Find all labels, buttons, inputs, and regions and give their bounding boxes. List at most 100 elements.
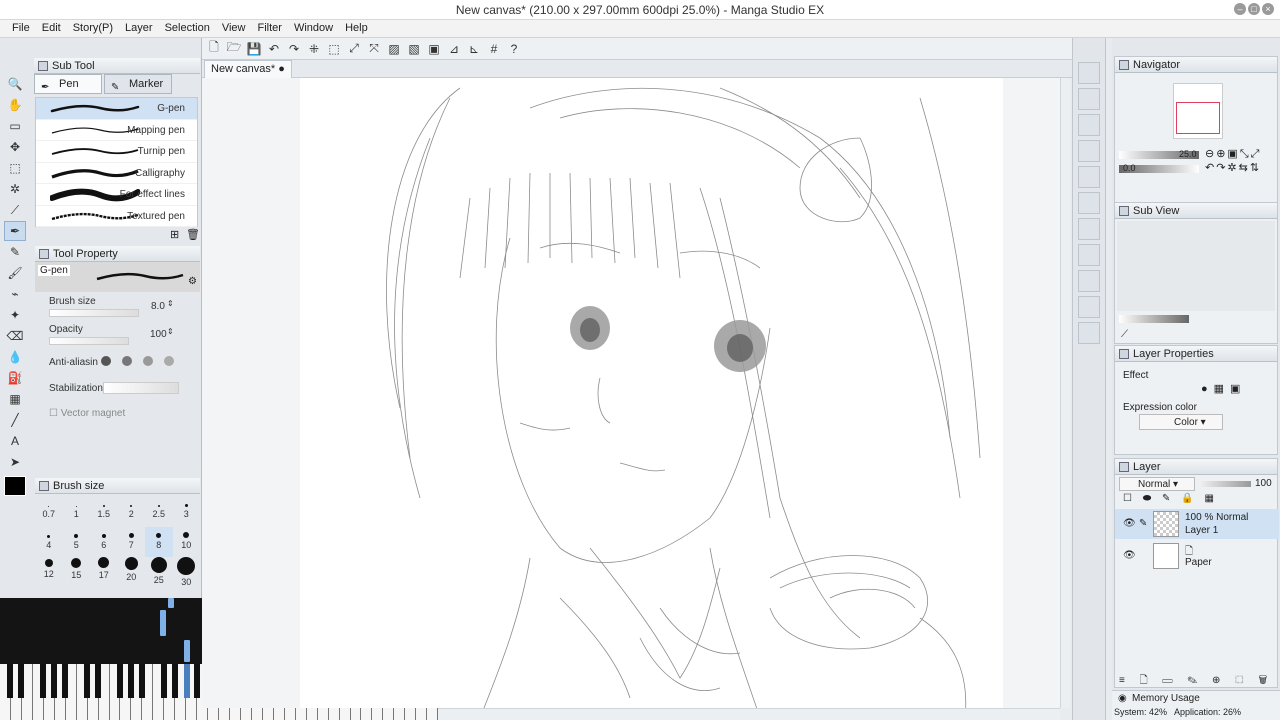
opacity-value[interactable]: 100	[150, 329, 167, 340]
size-preset[interactable]: 30	[173, 557, 201, 588]
auto-select-icon[interactable]: ✲	[4, 179, 26, 199]
eyedropper-icon[interactable]: ⟋	[1121, 329, 1128, 340]
selection-display-icon[interactable]: ▣	[426, 41, 442, 57]
airbrush-tool-icon[interactable]: ⌁	[4, 284, 26, 304]
pencil-tool-icon[interactable]: ✎	[4, 242, 26, 262]
snap-special-ruler-icon[interactable]: ⊾	[466, 41, 482, 57]
brush-item-calligraphy[interactable]: Calligraphy	[36, 163, 197, 184]
material-icon[interactable]	[1078, 140, 1100, 162]
close-icon[interactable]: ×	[1262, 3, 1274, 15]
brush-item-turnip-pen[interactable]: Turnip pen	[36, 141, 197, 163]
tab-new-canvas[interactable]: New canvas* ●	[204, 60, 292, 78]
move-tool-icon[interactable]: ✥	[4, 137, 26, 157]
canvas-horizontal-scrollbar[interactable]	[438, 708, 1060, 720]
material-icon[interactable]	[1078, 114, 1100, 136]
size-preset[interactable]: 25	[145, 557, 173, 588]
vector-magnet-row[interactable]: ☐ Vector magnet	[49, 408, 125, 419]
rotation-controls[interactable]: ↶↷✲⇆⇅	[1205, 161, 1261, 174]
undo-icon[interactable]: ↶	[266, 41, 282, 57]
open-file-icon[interactable]: 🗁	[226, 40, 242, 57]
transform-icon[interactable]: ⁜	[306, 41, 322, 57]
zoom-controls[interactable]: ⊖⊕▣⤡⤢	[1205, 147, 1261, 161]
pen-tool-icon[interactable]: ✒	[4, 221, 26, 241]
material-icon[interactable]	[1078, 270, 1100, 292]
material-icon[interactable]	[1078, 218, 1100, 240]
antialias-mid-icon[interactable]	[143, 356, 154, 366]
material-icon[interactable]	[1078, 166, 1100, 188]
layer-row-paper[interactable]: 👁 🗋 Paper	[1115, 541, 1279, 571]
tab-pen[interactable]: ✒ Pen	[34, 74, 102, 94]
redo-icon[interactable]: ↷	[286, 41, 302, 57]
material-icon[interactable]	[1078, 244, 1100, 266]
canvas-vertical-scrollbar[interactable]	[1060, 78, 1070, 708]
size-preset[interactable]: 17	[90, 557, 118, 588]
brush-size-value[interactable]: 8.0	[151, 301, 165, 312]
snap-ruler-icon[interactable]: ⊿	[446, 41, 462, 57]
menu-window[interactable]: Window	[288, 20, 339, 37]
material-icon[interactable]	[1078, 322, 1100, 344]
size-preset[interactable]: 4	[35, 527, 63, 558]
deselect-icon[interactable]: ▧	[406, 41, 422, 57]
antialias-none-icon[interactable]	[101, 356, 111, 366]
blend-tool-icon[interactable]: 💧	[4, 347, 26, 367]
size-preset[interactable]: 3	[173, 496, 201, 527]
fill-selection-icon[interactable]: ▨	[386, 41, 402, 57]
menu-selection[interactable]: Selection	[159, 20, 216, 37]
size-preset[interactable]: 12	[35, 557, 63, 588]
size-preset[interactable]: 2.5	[145, 496, 173, 527]
navigator-viewport[interactable]	[1176, 102, 1220, 134]
canvas-area[interactable]	[202, 78, 1060, 708]
paper-canvas[interactable]	[300, 78, 1003, 708]
layer-opacity-value[interactable]: 100	[1255, 478, 1272, 489]
antialias-options[interactable]	[101, 356, 182, 369]
scale-icon[interactable]: ⤢	[346, 41, 362, 57]
hand-tool-icon[interactable]: ✋	[4, 95, 26, 115]
eyedropper-icon[interactable]: ⟋	[4, 200, 26, 220]
material-icon[interactable]	[1078, 62, 1100, 84]
decoration-tool-icon[interactable]: ✦	[4, 305, 26, 325]
layer-opacity-slider[interactable]	[1201, 481, 1251, 487]
subview-zoom-slider[interactable]	[1119, 315, 1189, 323]
material-icon[interactable]	[1078, 296, 1100, 318]
menu-story[interactable]: Story(P)	[67, 20, 119, 37]
brush-item-effect-lines[interactable]: For effect lines	[36, 184, 197, 206]
layer-lock-icons[interactable]: ☐ ⬬ ✎ 🔒 ▦	[1123, 493, 1218, 504]
brush-size-stepper-icon[interactable]: ⇕	[167, 299, 174, 308]
size-preset[interactable]: 1.5	[90, 496, 118, 527]
navigator-preview[interactable]	[1173, 83, 1223, 139]
size-preset[interactable]: 15	[63, 557, 91, 588]
tab-close-icon[interactable]: ●	[278, 63, 285, 75]
figure-tool-icon[interactable]: ╱	[4, 410, 26, 430]
object-tool-icon[interactable]: ➤	[4, 452, 26, 472]
size-preset[interactable]: 0.7	[35, 496, 63, 527]
menu-filter[interactable]: Filter	[252, 20, 288, 37]
blend-mode-select[interactable]: Normal ▾	[1119, 477, 1195, 491]
layer-row-layer-1[interactable]: 👁 ✎ 100 % Normal Layer 1	[1115, 509, 1279, 539]
snap-grid-icon[interactable]: #	[486, 41, 502, 57]
clear-icon[interactable]: ⬚	[326, 41, 342, 57]
layer-action-icons[interactable]: ≡ 🗋 ▭ ✎ ⊕ ⬚ 🗑	[1119, 673, 1273, 690]
menu-view[interactable]: View	[216, 20, 252, 37]
text-tool-icon[interactable]: A	[4, 431, 26, 451]
size-preset[interactable]: 5	[63, 527, 91, 558]
minimize-icon[interactable]: –	[1234, 3, 1246, 15]
stabilization-slider[interactable]	[103, 382, 179, 394]
subview-content[interactable]	[1117, 221, 1275, 311]
antialias-weak-icon[interactable]	[122, 356, 133, 366]
brush-tool-icon[interactable]: 🖌	[4, 263, 26, 283]
material-icon[interactable]	[1078, 192, 1100, 214]
eye-icon[interactable]: 👁	[1123, 518, 1136, 529]
size-preset[interactable]: 10	[173, 527, 201, 558]
maximize-icon[interactable]: □	[1248, 3, 1260, 15]
brush-item-mapping-pen[interactable]: Mapping pen	[36, 120, 197, 141]
brush-item-textured-pen[interactable]: Textured pen	[36, 206, 197, 227]
zoom-value[interactable]: 25.0	[1179, 149, 1197, 159]
menu-layer[interactable]: Layer	[119, 20, 159, 37]
new-file-icon[interactable]: 🗋	[206, 40, 222, 57]
size-preset[interactable]: 6	[90, 527, 118, 558]
save-icon[interactable]: 💾	[246, 41, 262, 57]
size-preset[interactable]: 7	[118, 527, 146, 558]
size-preset[interactable]: 20	[118, 557, 146, 588]
menu-file[interactable]: File	[6, 20, 36, 37]
antialias-strong-icon[interactable]	[164, 356, 175, 366]
